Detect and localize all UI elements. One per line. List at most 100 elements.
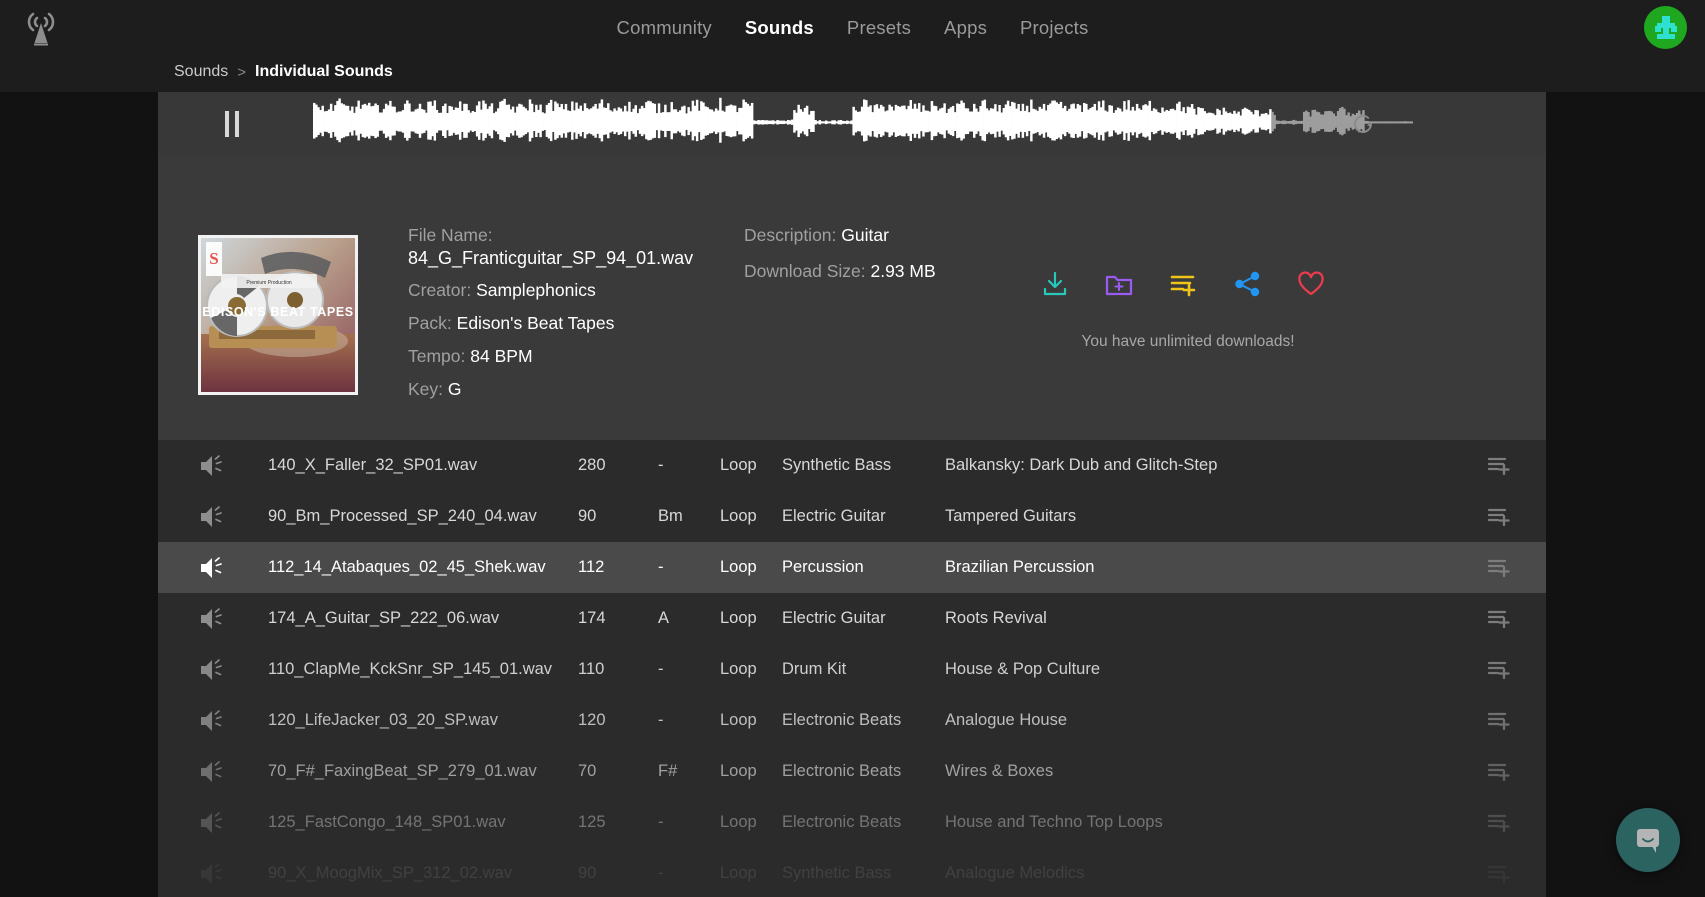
table-row[interactable]: 120_LifeJacker_03_20_SP.wav120-LoopElect… [158,695,1546,746]
pack-label: Pack: [408,313,452,333]
speaker-icon [198,555,228,581]
row-add-to-playlist-button[interactable] [1454,811,1546,835]
table-row[interactable]: 90_Bm_Processed_SP_240_04.wav90BmLoopEle… [158,491,1546,542]
row-file-name: 120_LifeJacker_03_20_SP.wav [268,711,578,730]
table-row[interactable]: 90_X_MoogMix_SP_312_02.wav90-LoopSynthet… [158,848,1546,897]
table-row[interactable]: 125_FastCongo_148_SP01.wav125-LoopElectr… [158,797,1546,848]
nav-item-projects[interactable]: Projects [1020,17,1088,39]
nav-item-community[interactable]: Community [617,17,712,39]
row-add-to-playlist-button[interactable] [1454,760,1546,784]
folder-plus-icon [1104,269,1134,299]
row-preview-button[interactable] [158,861,268,887]
row-type: Loop [720,711,782,730]
row-bpm: 174 [578,609,658,628]
row-key: - [658,456,720,475]
row-add-to-playlist-button[interactable] [1454,607,1546,631]
breadcrumb-current: Individual Sounds [255,63,393,81]
row-preview-button[interactable] [158,759,268,785]
row-add-to-playlist-button[interactable] [1454,862,1546,886]
svg-text:EDISON'S BEAT TAPES: EDISON'S BEAT TAPES [202,305,353,319]
waveform[interactable] [313,92,1413,155]
pause-button[interactable] [214,106,250,142]
add-to-playlist-button[interactable] [1166,267,1200,301]
nav-links: Community Sounds Presets Apps Projects [0,0,1705,55]
playlist-add-icon [1487,505,1513,529]
favorite-button[interactable] [1294,267,1328,301]
row-bpm: 125 [578,813,658,832]
row-file-name: 112_14_Atabaques_02_45_Shek.wav [268,558,578,577]
row-preview-button[interactable] [158,606,268,632]
nav-item-sounds[interactable]: Sounds [745,17,814,39]
row-file-name: 110_ClapMe_KckSnr_SP_145_01.wav [268,660,578,679]
table-row[interactable]: 110_ClapMe_KckSnr_SP_145_01.wav110-LoopD… [158,644,1546,695]
row-preview-button[interactable] [158,657,268,683]
file-name-value: 84_G_Franticguitar_SP_94_01.wav [408,247,738,270]
speaker-icon [198,657,228,683]
row-preview-button[interactable] [158,810,268,836]
description-column: Description: Guitar Download Size: 2.93 … [744,225,936,283]
breadcrumb-sounds[interactable]: Sounds [174,63,228,81]
row-bpm: 120 [578,711,658,730]
tempo-label: Tempo: [408,346,465,366]
pack-value[interactable]: Edison's Beat Tapes [457,313,615,333]
table-row[interactable]: 140_X_Faller_32_SP01.wav280-LoopSyntheti… [158,440,1546,491]
nav-item-apps[interactable]: Apps [944,17,987,39]
row-type: Loop [720,762,782,781]
row-preview-button[interactable] [158,555,268,581]
download-button[interactable] [1038,267,1072,301]
row-pack: Wires & Boxes [945,762,1454,781]
playlist-add-icon [1487,607,1513,631]
tempo-field: Tempo: 84 BPM [408,346,738,368]
row-bpm: 70 [578,762,658,781]
file-name-field: File Name: 84_G_Franticguitar_SP_94_01.w… [408,225,738,269]
row-file-name: 125_FastCongo_148_SP01.wav [268,813,578,832]
row-pack: Brazilian Percussion [945,558,1454,577]
download-size-value: 2.93 MB [870,261,935,281]
speaker-icon [198,861,228,887]
loop-button[interactable] [1348,109,1378,139]
row-preview-button[interactable] [158,708,268,734]
speaker-icon [198,453,228,479]
row-type: Loop [720,456,782,475]
share-button[interactable] [1230,267,1264,301]
row-file-name: 140_X_Faller_32_SP01.wav [268,456,578,475]
waveform-canvas [313,92,1413,155]
chat-widget-button[interactable] [1616,808,1680,872]
table-row[interactable]: 174_A_Guitar_SP_222_06.wav174ALoopElectr… [158,593,1546,644]
loop-refresh-icon [1348,109,1378,139]
svg-text:Premium Production: Premium Production [246,280,292,286]
row-type: Loop [720,660,782,679]
row-add-to-playlist-button[interactable] [1454,454,1546,478]
action-buttons [1038,267,1328,301]
tempo-value: 84 BPM [470,346,532,366]
row-preview-button[interactable] [158,504,268,530]
table-row[interactable]: 70_F#_FaxingBeat_SP_279_01.wav70F#LoopEl… [158,746,1546,797]
row-pack: Tampered Guitars [945,507,1454,526]
row-add-to-playlist-button[interactable] [1454,505,1546,529]
add-to-folder-button[interactable] [1102,267,1136,301]
table-row[interactable]: 112_14_Atabaques_02_45_Shek.wav112-LoopP… [158,542,1546,593]
row-add-to-playlist-button[interactable] [1454,709,1546,733]
key-field: Key: G [408,379,738,401]
row-add-to-playlist-button[interactable] [1454,658,1546,682]
avatar[interactable] [1644,6,1687,49]
row-genre: Synthetic Bass [782,864,945,883]
nav-item-presets[interactable]: Presets [847,17,911,39]
row-type: Loop [720,864,782,883]
row-key: - [658,711,720,730]
row-bpm: 280 [578,456,658,475]
row-type: Loop [720,507,782,526]
row-type: Loop [720,609,782,628]
description-label: Description: [744,225,836,245]
row-add-to-playlist-button[interactable] [1454,556,1546,580]
description-field: Description: Guitar [744,225,936,247]
artwork-thumbnail: Premium Production S EDISON'S BEAT TAPES [198,235,358,395]
creator-value[interactable]: Samplephonics [476,280,596,300]
row-preview-button[interactable] [158,453,268,479]
speaker-icon [198,504,228,530]
row-type: Loop [720,813,782,832]
row-genre: Electronic Beats [782,711,945,730]
pack-field: Pack: Edison's Beat Tapes [408,313,738,335]
sound-list: 140_X_Faller_32_SP01.wav280-LoopSyntheti… [158,440,1546,897]
top-navigation-bar: Community Sounds Presets Apps Projects [0,0,1705,55]
